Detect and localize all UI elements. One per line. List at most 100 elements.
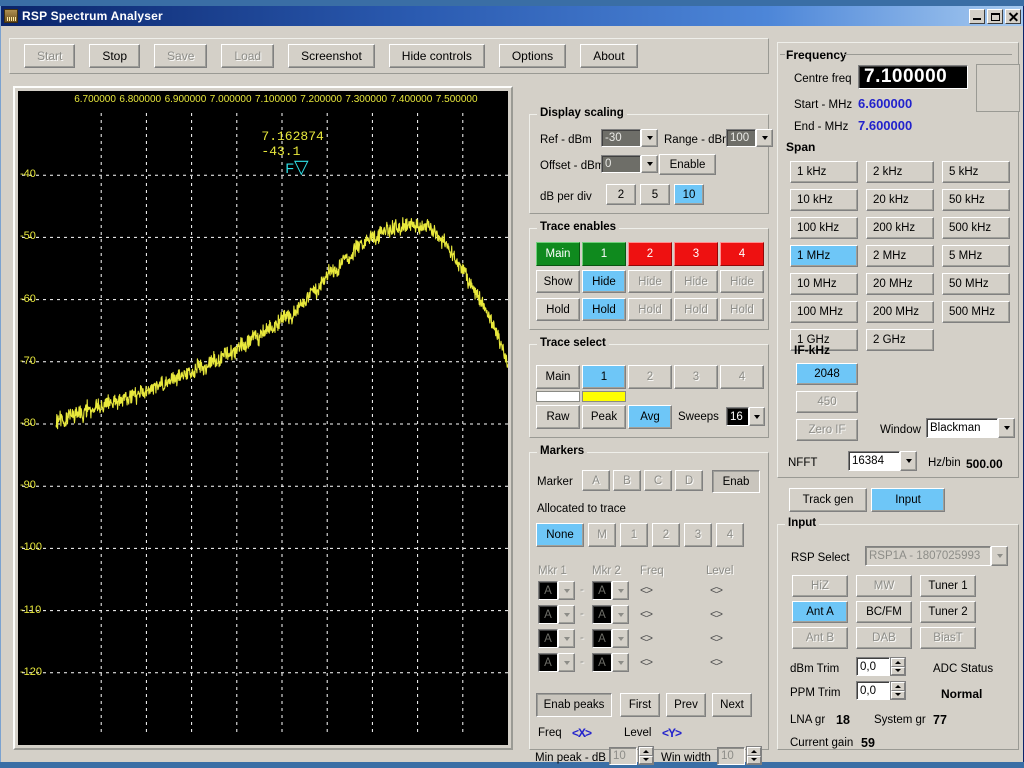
trace-enable-2[interactable]: 2 bbox=[628, 242, 672, 266]
span-button-10-mhz[interactable]: 10 MHz bbox=[790, 273, 858, 295]
trace-enable-3[interactable]: 3 bbox=[674, 242, 718, 266]
load-button[interactable]: Load bbox=[221, 44, 275, 68]
marker-alloc-4[interactable]: 4 bbox=[716, 523, 744, 547]
min-peak-field[interactable]: 10 bbox=[609, 747, 637, 765]
input-ant-b-button[interactable]: Ant B bbox=[792, 627, 848, 649]
input-ant-a-button[interactable]: Ant A bbox=[792, 601, 848, 623]
trace-select-4[interactable]: 4 bbox=[720, 365, 764, 389]
peak-freq-x-icon[interactable]: <X> bbox=[572, 726, 592, 740]
marker-row-2-mkr2-field[interactable]: A bbox=[592, 605, 612, 624]
ref-dbm-dropdown-arrow[interactable] bbox=[641, 129, 658, 147]
marker-row-1-mkr1-dropdown-arrow[interactable] bbox=[558, 581, 575, 600]
zero-if-button[interactable]: Zero IF bbox=[796, 419, 858, 441]
marker-row-3-mkr2-field[interactable]: A bbox=[592, 629, 612, 648]
window-field[interactable]: Blackman bbox=[926, 418, 998, 438]
input-biast-button[interactable]: BiasT bbox=[920, 627, 976, 649]
marker-row-4-mkr2-dropdown-arrow[interactable] bbox=[612, 653, 629, 672]
dbm-trim-field[interactable]: 0,0 bbox=[856, 657, 890, 676]
span-button-10-khz[interactable]: 10 kHz bbox=[790, 189, 858, 211]
nfft-field[interactable]: 16384 bbox=[848, 451, 900, 471]
span-button-50-khz[interactable]: 50 kHz bbox=[942, 189, 1010, 211]
marker-row-4-mkr2-field[interactable]: A bbox=[592, 653, 612, 672]
trace-show-4[interactable]: Hide bbox=[720, 270, 764, 293]
trace-select-2[interactable]: 2 bbox=[628, 365, 672, 389]
input-tuner1-button[interactable]: Tuner 1 bbox=[920, 575, 976, 597]
sweeps-field[interactable]: 16 bbox=[726, 407, 749, 426]
minimize-button[interactable] bbox=[969, 8, 985, 24]
peak-prev-button[interactable]: Prev bbox=[666, 693, 706, 717]
stop-button[interactable]: Stop bbox=[89, 44, 141, 68]
marker-alloc-main[interactable]: M bbox=[588, 523, 616, 547]
rsp-select-dropdown-arrow[interactable] bbox=[991, 546, 1008, 566]
span-button-20-khz[interactable]: 20 kHz bbox=[866, 189, 934, 211]
span-button-100-khz[interactable]: 100 kHz bbox=[790, 217, 858, 239]
offset-dbm-field[interactable]: 0 bbox=[601, 155, 641, 173]
offset-dbm-dropdown-arrow[interactable] bbox=[641, 155, 658, 173]
input-hiz-button[interactable]: HiZ bbox=[792, 575, 848, 597]
trace-hold-1[interactable]: Hold bbox=[582, 298, 626, 321]
span-button-100-mhz[interactable]: 100 MHz bbox=[790, 301, 858, 323]
ppm-trim-field[interactable]: 0,0 bbox=[856, 681, 890, 700]
peak-level-y-icon[interactable]: <Y> bbox=[662, 726, 682, 740]
marker-a-button[interactable]: A bbox=[582, 470, 610, 491]
offset-enable-button[interactable]: Enable bbox=[659, 154, 716, 175]
marker-row-4-mkr1-field[interactable]: A bbox=[538, 653, 558, 672]
marker-alloc-2[interactable]: 2 bbox=[652, 523, 680, 547]
span-button-200-khz[interactable]: 200 kHz bbox=[866, 217, 934, 239]
span-button-5-mhz[interactable]: 5 MHz bbox=[942, 245, 1010, 267]
trace-mode-avg[interactable]: Avg bbox=[628, 405, 672, 429]
span-button-1-khz[interactable]: 1 kHz bbox=[790, 161, 858, 183]
ppm-trim-spinner[interactable] bbox=[890, 681, 906, 700]
trace-show-1[interactable]: Hide bbox=[582, 270, 626, 293]
frequency-cursor-marker[interactable]: F▽ bbox=[285, 158, 308, 177]
if-2048-button[interactable]: 2048 bbox=[796, 363, 858, 385]
trace-show-2[interactable]: Hide bbox=[628, 270, 672, 293]
input-mw-button[interactable]: MW bbox=[856, 575, 912, 597]
trace-enable-main[interactable]: Main bbox=[536, 242, 580, 266]
marker-row-1-mkr2-field[interactable]: A bbox=[592, 581, 612, 600]
trace-enable-4[interactable]: 4 bbox=[720, 242, 764, 266]
min-peak-spinner[interactable] bbox=[638, 746, 654, 765]
about-button[interactable]: About bbox=[580, 44, 638, 68]
range-dbm-field[interactable]: 100 bbox=[726, 129, 756, 147]
trace-hold-4[interactable]: Hold bbox=[720, 298, 764, 321]
span-button-5-khz[interactable]: 5 kHz bbox=[942, 161, 1010, 183]
span-button-50-mhz[interactable]: 50 MHz bbox=[942, 273, 1010, 295]
marker-alloc-1[interactable]: 1 bbox=[620, 523, 648, 547]
db-per-div-10-button[interactable]: 10 bbox=[674, 184, 704, 205]
peak-first-button[interactable]: First bbox=[620, 693, 660, 717]
sweeps-dropdown-arrow[interactable] bbox=[749, 407, 765, 426]
span-button-500-khz[interactable]: 500 kHz bbox=[942, 217, 1010, 239]
db-per-div-5-button[interactable]: 5 bbox=[640, 184, 670, 205]
win-width-spinner[interactable] bbox=[746, 746, 762, 765]
span-button-200-mhz[interactable]: 200 MHz bbox=[866, 301, 934, 323]
track-gen-tab[interactable]: Track gen bbox=[789, 488, 867, 512]
range-dbm-dropdown-arrow[interactable] bbox=[756, 129, 773, 147]
marker-enable-button[interactable]: Enab bbox=[712, 470, 760, 493]
options-button[interactable]: Options bbox=[498, 44, 567, 68]
ref-dbm-field[interactable]: -30 bbox=[601, 129, 641, 147]
trace-enable-1[interactable]: 1 bbox=[582, 242, 626, 266]
enab-peaks-button[interactable]: Enab peaks bbox=[536, 693, 612, 717]
save-button[interactable]: Save bbox=[154, 44, 208, 68]
marker-row-1-mkr2-dropdown-arrow[interactable] bbox=[612, 581, 629, 600]
win-width-field[interactable]: 10 bbox=[717, 747, 745, 765]
span-button-20-mhz[interactable]: 20 MHz bbox=[866, 273, 934, 295]
trace-select-1[interactable]: 1 bbox=[582, 365, 626, 389]
marker-row-3-mkr2-dropdown-arrow[interactable] bbox=[612, 629, 629, 648]
hide-controls-button[interactable]: Hide controls bbox=[388, 44, 485, 68]
start-button[interactable]: Start bbox=[24, 44, 76, 68]
span-button-500-mhz[interactable]: 500 MHz bbox=[942, 301, 1010, 323]
marker-c-button[interactable]: C bbox=[644, 470, 672, 491]
span-button-2-ghz[interactable]: 2 GHz bbox=[866, 329, 934, 351]
trace-select-3[interactable]: 3 bbox=[674, 365, 718, 389]
trace-show-main[interactable]: Show bbox=[536, 270, 580, 293]
span-button-2-mhz[interactable]: 2 MHz bbox=[866, 245, 934, 267]
marker-row-3-mkr1-dropdown-arrow[interactable] bbox=[558, 629, 575, 648]
marker-row-2-mkr1-dropdown-arrow[interactable] bbox=[558, 605, 575, 624]
spectrum-plot[interactable]: 6.700000 6.800000 6.900000 7.000000 7.100000… bbox=[18, 91, 508, 745]
trace-hold-2[interactable]: Hold bbox=[628, 298, 672, 321]
span-button-2-khz[interactable]: 2 kHz bbox=[866, 161, 934, 183]
maximize-button[interactable] bbox=[987, 8, 1003, 24]
input-tab[interactable]: Input bbox=[871, 488, 945, 512]
